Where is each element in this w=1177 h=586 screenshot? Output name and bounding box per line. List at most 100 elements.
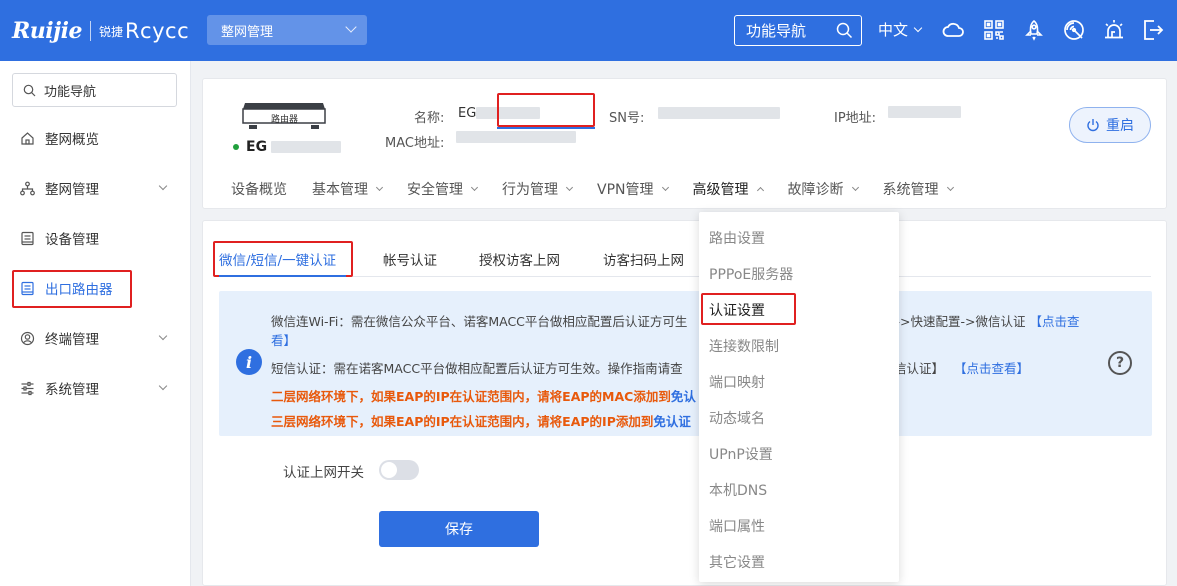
device-list-icon <box>21 231 34 245</box>
mac-label: MAC地址: <box>385 136 445 151</box>
warning-text: 三层网络环境下，如果EAP的IP在认证范围内，请将EAP的IP添加到 <box>271 414 654 429</box>
nav-label: 行为管理 <box>502 182 558 198</box>
menu-item-connection-limit[interactable]: 连接数限制 <box>709 336 779 356</box>
nav-label: VPN管理 <box>597 182 654 198</box>
sidebar-search-input[interactable]: 功能导航 <box>12 73 177 107</box>
sidebar-item-device-management[interactable]: 设备管理 <box>12 220 180 256</box>
sidebar-item-label: 整网概览 <box>45 132 99 148</box>
tab-active-underline <box>219 275 346 277</box>
power-icon <box>1087 119 1099 132</box>
nav-advanced-management[interactable]: 高级管理 <box>693 179 764 199</box>
notice-wechat-tail: 》->快速配置->微信认证 【点击查 <box>883 311 1079 330</box>
device-name-prefix: EG <box>246 139 268 155</box>
chevron-down-icon <box>345 21 357 33</box>
chevron-down-icon <box>565 183 574 192</box>
sidebar-item-network-management[interactable]: 整网管理 <box>12 170 180 206</box>
chevron-down-icon <box>851 183 859 192</box>
reboot-button[interactable]: 重启 <box>1069 107 1151 143</box>
notice-warning-layer2: 二层网络环境下，如果EAP的IP在认证范围内，请将EAP的MAC添加到免认 <box>271 386 696 405</box>
highlight-box <box>497 93 595 127</box>
notice-wechat-line: 微信连Wi-Fi：需在微信公众平台、诺客MACC平台做相应配置后认证方可生 <box>271 311 687 330</box>
chevron-down-icon <box>946 183 954 192</box>
chevron-down-icon <box>158 181 168 191</box>
sidebar-item-label: 终端管理 <box>45 332 99 348</box>
auth-toggle-label: 认证上网开关 <box>283 465 364 481</box>
auth-exempt-link[interactable]: 免认证 <box>653 414 691 429</box>
chevron-down-icon <box>158 381 168 391</box>
wechat-guide-link[interactable]: 看】 <box>271 333 296 348</box>
sms-guide-link[interactable]: 【点击查看】 <box>954 361 1029 376</box>
nav-label: 系统管理 <box>882 182 939 198</box>
network-select[interactable]: 整网管理 <box>207 15 367 45</box>
help-icon[interactable]: ? <box>1108 351 1132 375</box>
nav-device-overview[interactable]: 设备概览 <box>231 179 287 199</box>
logout-icon[interactable] <box>1140 17 1166 43</box>
chevron-up-icon <box>756 186 764 195</box>
network-scan-icon[interactable] <box>1061 17 1087 43</box>
sn-label: SN号: <box>609 111 645 126</box>
tab-label: 访客扫码上网 <box>603 253 684 269</box>
notice-sms-tail: 信认证】 【点击查看】 <box>894 358 1029 377</box>
nav-behavior-management[interactable]: 行为管理 <box>502 179 574 199</box>
content-card: 微信/短信/一键认证 帐号认证 授权访客上网 访客扫码上网 i 微信连Wi-Fi… <box>202 220 1167 586</box>
save-button[interactable]: 保存 <box>379 511 539 547</box>
alarm-icon[interactable] <box>1101 17 1127 43</box>
sidebar-search-label: 功能导航 <box>44 84 97 100</box>
menu-item-port-properties[interactable]: 端口属性 <box>709 516 765 536</box>
nav-security-management[interactable]: 安全管理 <box>407 179 479 199</box>
menu-item-port-mapping[interactable]: 端口映射 <box>709 372 765 392</box>
nav-label: 故障诊断 <box>787 182 844 198</box>
sidebar-item-label: 设备管理 <box>45 232 99 248</box>
notice-text: 》->快速配置->微信认证 <box>883 314 1026 329</box>
wechat-guide-link[interactable]: 【点击查 <box>1029 314 1079 329</box>
topology-icon <box>20 181 35 195</box>
brand-ruijie: Ruijie <box>12 18 82 44</box>
auth-toggle-switch[interactable] <box>379 460 419 480</box>
qr-code-icon[interactable] <box>981 17 1007 43</box>
nav-fault-diagnosis[interactable]: 故障诊断 <box>787 179 859 199</box>
rocket-icon[interactable] <box>1021 17 1047 43</box>
redacted-value <box>456 131 576 143</box>
nav-system-management[interactable]: 系统管理 <box>882 179 954 199</box>
language-label: 中文 <box>878 21 909 39</box>
highlight-box <box>213 241 353 277</box>
sidebar-item-system-management[interactable]: 系统管理 <box>12 370 180 406</box>
menu-item-dynamic-dns[interactable]: 动态域名 <box>709 408 765 428</box>
menu-item-auth-settings[interactable]: 认证设置 <box>709 300 765 320</box>
sidebar-item-terminal-management[interactable]: 终端管理 <box>12 320 180 356</box>
notice-text: 短信认证：需在诺客MACC平台做相应配置后认证方可生效。操作指南请查 <box>271 361 683 376</box>
tab-label: 帐号认证 <box>383 253 437 269</box>
menu-item-pppoe-server[interactable]: PPPoE服务器 <box>709 264 793 284</box>
menu-item-upnp-settings[interactable]: UPnP设置 <box>709 444 773 464</box>
chevron-down-icon <box>375 183 384 192</box>
notice-wechat-line-cont: 看】 <box>271 330 296 349</box>
menu-item-routing-settings[interactable]: 路由设置 <box>709 228 765 248</box>
menu-item-other-settings[interactable]: 其它设置 <box>709 552 765 572</box>
name-value-prefix: EG <box>458 106 477 121</box>
sliders-icon <box>21 381 34 395</box>
sidebar: 功能导航 整网概览 整网管理 设备管理 出口路由器 终端管理 系统管理 <box>0 61 191 586</box>
sidebar-item-label: 整网管理 <box>45 182 99 198</box>
nav-basic-management[interactable]: 基本管理 <box>312 179 384 199</box>
tab-wechat-sms-auth[interactable]: 微信/短信/一键认证 <box>213 241 353 277</box>
menu-item-local-dns[interactable]: 本机DNS <box>709 480 767 500</box>
language-select[interactable]: 中文 <box>878 19 923 40</box>
sidebar-item-egress-router[interactable]: 出口路由器 <box>12 270 180 308</box>
nav-vpn-management[interactable]: VPN管理 <box>597 179 669 199</box>
notice-text: 微信连Wi-Fi：需在微信公众平台、诺客MACC平台做相应配置后认证方可生 <box>271 314 688 329</box>
top-bar: Ruijie 锐捷 Rcycc 整网管理 功能导航 中文 <box>0 0 1177 61</box>
main-nav: 设备概览 基本管理 安全管理 行为管理 VPN管理 高级管理 故障诊断 系统管理 <box>231 177 978 201</box>
search-icon <box>23 84 36 96</box>
auth-notice: i 微信连Wi-Fi：需在微信公众平台、诺客MACC平台做相应配置后认证方可生 … <box>219 291 1152 436</box>
tab-guest-qr-scan[interactable]: 访客扫码上网 <box>603 249 684 269</box>
search-icon <box>836 22 853 39</box>
sidebar-item-overview[interactable]: 整网概览 <box>12 120 180 156</box>
online-status-dot <box>233 144 239 150</box>
notice-warning-layer3: 三层网络环境下，如果EAP的IP在认证范围内，请将EAP的IP添加到免认证 <box>271 411 691 430</box>
tab-account-auth[interactable]: 帐号认证 <box>383 249 437 269</box>
chevron-down-icon <box>470 183 479 192</box>
tab-authorized-guest[interactable]: 授权访客上网 <box>479 249 560 269</box>
function-search[interactable]: 功能导航 <box>734 15 862 46</box>
auth-exempt-link[interactable]: 免认 <box>671 389 696 404</box>
cloud-icon[interactable] <box>941 17 967 43</box>
